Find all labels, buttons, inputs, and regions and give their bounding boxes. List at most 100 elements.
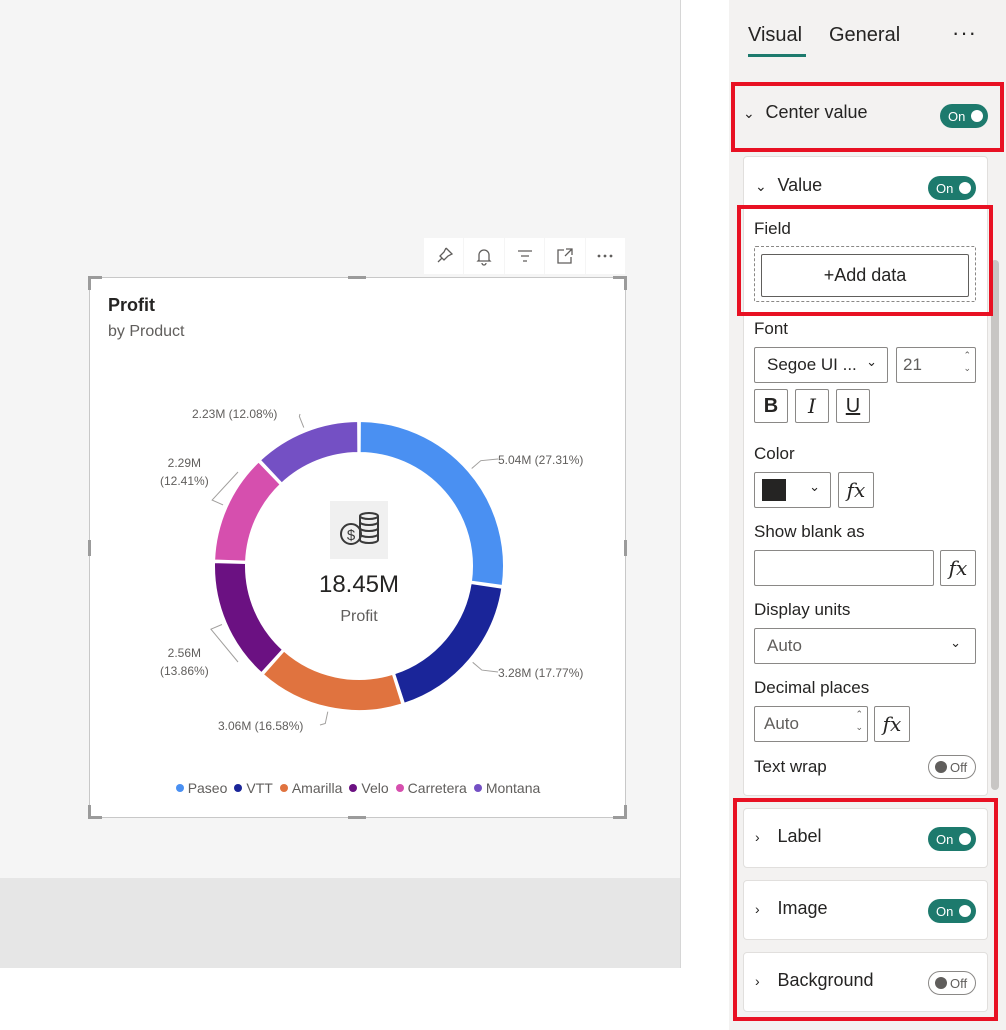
highlight-center-value xyxy=(731,82,1004,152)
value-section-header[interactable]: ⌄ Value xyxy=(755,175,935,201)
underline-button[interactable]: U xyxy=(836,389,870,423)
more-options-button[interactable] xyxy=(585,238,626,274)
legend-item-carretera[interactable]: Carretera xyxy=(395,780,467,796)
active-tab-indicator xyxy=(748,54,806,57)
font-size-input[interactable]: 21 ⌃ ⌄ xyxy=(896,347,976,383)
donut-chart-visual[interactable]: Profit by Product $ 18.45M Profit 5.04M … xyxy=(88,276,627,819)
spinner-up-icon[interactable]: ⌃ xyxy=(963,350,971,361)
donut-slice-montana[interactable] xyxy=(258,419,360,485)
fx-icon: fx xyxy=(882,712,902,736)
legend-label: VTT xyxy=(246,780,273,796)
legend-item-vtt[interactable]: VTT xyxy=(234,780,273,796)
alert-button[interactable] xyxy=(464,238,504,274)
pin-icon xyxy=(437,247,453,263)
show-blank-input[interactable] xyxy=(754,550,934,586)
bell-icon xyxy=(476,249,492,266)
font-size-value: 21 xyxy=(903,355,922,374)
display-units-dropdown[interactable]: Auto ⌄ xyxy=(754,628,976,664)
more-options-icon xyxy=(597,254,613,258)
svg-text:$: $ xyxy=(347,527,356,544)
leader-line-paseo xyxy=(471,458,499,469)
legend-item-montana[interactable]: Montana xyxy=(473,780,540,796)
data-label-velo-percent: (13.86%) xyxy=(160,664,209,678)
spinner-down-icon[interactable]: ⌄ xyxy=(963,363,971,374)
font-family-value: Segoe UI ... xyxy=(767,355,857,374)
leader-line-montana xyxy=(298,413,305,428)
data-label-velo: 2.56M (13.86%) xyxy=(160,644,209,680)
focus-mode-icon xyxy=(557,248,573,264)
visual-header-toolbar xyxy=(424,238,626,274)
data-label-carretera-value: 2.29M xyxy=(167,456,202,470)
text-wrap-toggle[interactable]: Off xyxy=(928,755,976,779)
legend-dot xyxy=(234,784,243,792)
show-blank-fx-button[interactable]: fx xyxy=(940,550,976,586)
show-blank-label: Show blank as xyxy=(754,522,865,541)
donut-slice-carretera[interactable] xyxy=(213,459,283,563)
legend-label: Paseo xyxy=(187,780,228,796)
chevron-down-icon: ⌄ xyxy=(755,178,767,194)
decimal-fx-button[interactable]: fx xyxy=(874,706,910,742)
legend-dot xyxy=(279,784,288,792)
donut-slice-vtt[interactable] xyxy=(392,581,504,706)
money-coins-icon: $ xyxy=(330,501,388,559)
focus-mode-button[interactable] xyxy=(545,238,585,274)
decimal-places-label: Decimal places xyxy=(754,678,870,697)
legend-item-velo[interactable]: Velo xyxy=(349,780,389,796)
pane-scrollbar[interactable] xyxy=(991,260,999,790)
donut-slice-amarilla[interactable] xyxy=(261,649,404,712)
data-label-vtt: 3.28M (17.77%) xyxy=(498,666,584,680)
fx-icon: fx xyxy=(948,556,968,580)
color-label: Color xyxy=(754,444,795,463)
center-value-label: Profit xyxy=(340,608,378,625)
decimal-places-value: Auto xyxy=(764,714,799,733)
spinner-up-icon[interactable]: ⌃ xyxy=(855,709,863,720)
canvas-footer-area xyxy=(0,878,680,968)
legend-dot xyxy=(473,784,482,792)
legend-dot xyxy=(395,784,404,792)
center-value-number: 18.45M xyxy=(318,571,400,598)
highlight-collapsed-sections xyxy=(733,798,998,1021)
fx-icon: fx xyxy=(846,478,866,502)
data-label-amarilla: 3.06M (16.58%) xyxy=(218,719,304,733)
legend-item-paseo[interactable]: Paseo xyxy=(175,780,228,796)
data-label-carretera-percent: (12.41%) xyxy=(160,474,209,488)
color-fx-button[interactable]: fx xyxy=(838,472,874,508)
font-family-dropdown[interactable]: Segoe UI ... ⌄ xyxy=(754,347,888,383)
legend-label: Velo xyxy=(361,780,389,796)
chart-legend: Paseo VTT Amarilla Velo Carretera Montan… xyxy=(90,780,627,796)
italic-button[interactable]: I xyxy=(795,389,829,423)
italic-icon: I xyxy=(808,394,816,418)
text-wrap-label: Text wrap xyxy=(754,757,827,776)
value-toggle[interactable]: On xyxy=(928,176,976,200)
data-label-paseo: 5.04M (27.31%) xyxy=(498,453,584,467)
chevron-down-icon: ⌄ xyxy=(809,479,820,494)
pin-button[interactable] xyxy=(424,238,464,274)
chevron-down-icon: ⌄ xyxy=(866,354,877,369)
pane-more-options-icon[interactable]: ··· xyxy=(952,20,977,46)
chevron-down-icon: ⌄ xyxy=(950,635,961,650)
legend-dot xyxy=(349,784,358,792)
bold-button[interactable]: B xyxy=(754,389,788,423)
tab-general[interactable]: General xyxy=(829,24,900,47)
data-label-montana: 2.23M (12.08%) xyxy=(192,407,278,421)
highlight-field xyxy=(737,205,993,316)
tab-visual[interactable]: Visual xyxy=(748,24,802,47)
display-units-value: Auto xyxy=(767,636,802,655)
font-label: Font xyxy=(754,319,789,338)
bold-icon: B xyxy=(763,394,779,417)
spinner-down-icon[interactable]: ⌄ xyxy=(855,722,863,733)
legend-label: Amarilla xyxy=(291,780,343,796)
data-label-velo-value: 2.56M xyxy=(167,646,202,660)
pane-divider xyxy=(680,0,681,968)
leader-line-vtt xyxy=(472,661,499,673)
pane-tabs: Visual General ··· xyxy=(729,0,1006,70)
legend-label: Carretera xyxy=(407,780,467,796)
leader-line-amarilla xyxy=(319,711,329,726)
color-picker[interactable]: ⌄ xyxy=(754,472,831,508)
color-swatch xyxy=(762,479,786,501)
legend-item-amarilla[interactable]: Amarilla xyxy=(279,780,343,796)
underline-icon: U xyxy=(845,394,861,417)
filter-button[interactable] xyxy=(504,238,545,274)
legend-dot xyxy=(175,784,184,792)
decimal-places-input[interactable]: Auto ⌃ ⌄ xyxy=(754,706,868,742)
